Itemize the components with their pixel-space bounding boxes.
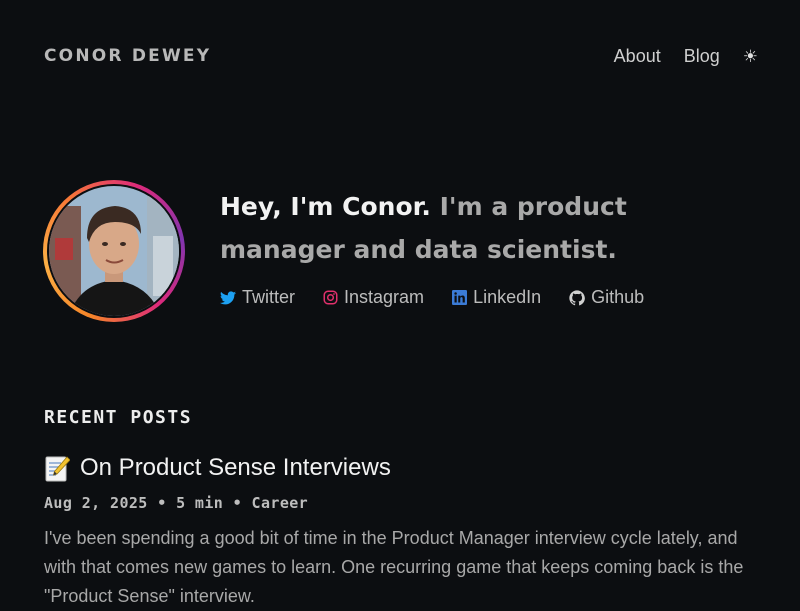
twitter-link[interactable]: Twitter bbox=[220, 287, 295, 308]
post-title: On Product Sense Interviews bbox=[80, 454, 391, 481]
post-category[interactable]: Career bbox=[252, 494, 309, 512]
avatar bbox=[47, 184, 181, 318]
instagram-label: Instagram bbox=[344, 287, 425, 307]
post-date: Aug 2, 2025 bbox=[44, 494, 148, 512]
post-excerpt: I've been spending a good bit of time in… bbox=[44, 528, 744, 606]
meta-separator: • bbox=[157, 494, 167, 512]
github-icon bbox=[569, 289, 585, 305]
twitter-icon bbox=[220, 290, 236, 304]
main-nav: About Blog ☀ bbox=[614, 46, 758, 67]
meta-separator: • bbox=[232, 494, 243, 512]
post-read-time: 5 min bbox=[176, 494, 224, 512]
hero-section: Hey, I'm Conor. I'm a product manager an… bbox=[43, 180, 763, 325]
hero-intro: Hey, I'm Conor. bbox=[220, 192, 431, 221]
instagram-icon bbox=[323, 290, 338, 305]
nav-about-link[interactable]: About bbox=[614, 46, 661, 67]
social-links: Twitter Instagram LinkedIn Github bbox=[220, 287, 644, 308]
linkedin-link[interactable]: LinkedIn bbox=[452, 287, 541, 308]
site-brand[interactable]: CONOR DEWEY bbox=[44, 46, 211, 66]
post-title-link[interactable]: On Product Sense Interviews bbox=[44, 454, 764, 482]
twitter-label: Twitter bbox=[242, 287, 296, 307]
instagram-link[interactable]: Instagram bbox=[323, 287, 424, 308]
nav-blog-link[interactable]: Blog bbox=[684, 46, 720, 67]
recent-posts-heading: RECENT POSTS bbox=[44, 407, 193, 428]
sun-icon[interactable]: ☀ bbox=[743, 47, 758, 67]
post-meta: Aug 2, 2025 • 5 min • Career bbox=[44, 494, 764, 512]
github-label: Github bbox=[591, 287, 645, 307]
avatar-ring bbox=[43, 180, 185, 322]
github-link[interactable]: Github bbox=[569, 287, 644, 308]
memo-icon bbox=[45, 456, 70, 482]
hero-heading: Hey, I'm Conor. I'm a product manager an… bbox=[220, 185, 670, 271]
avatar-photo bbox=[49, 186, 179, 316]
linkedin-label: LinkedIn bbox=[473, 287, 542, 307]
linkedin-icon bbox=[452, 290, 468, 305]
site-header: CONOR DEWEY About Blog ☀ bbox=[0, 0, 800, 114]
post-item: On Product Sense Interviews Aug 2, 2025 … bbox=[44, 454, 764, 611]
